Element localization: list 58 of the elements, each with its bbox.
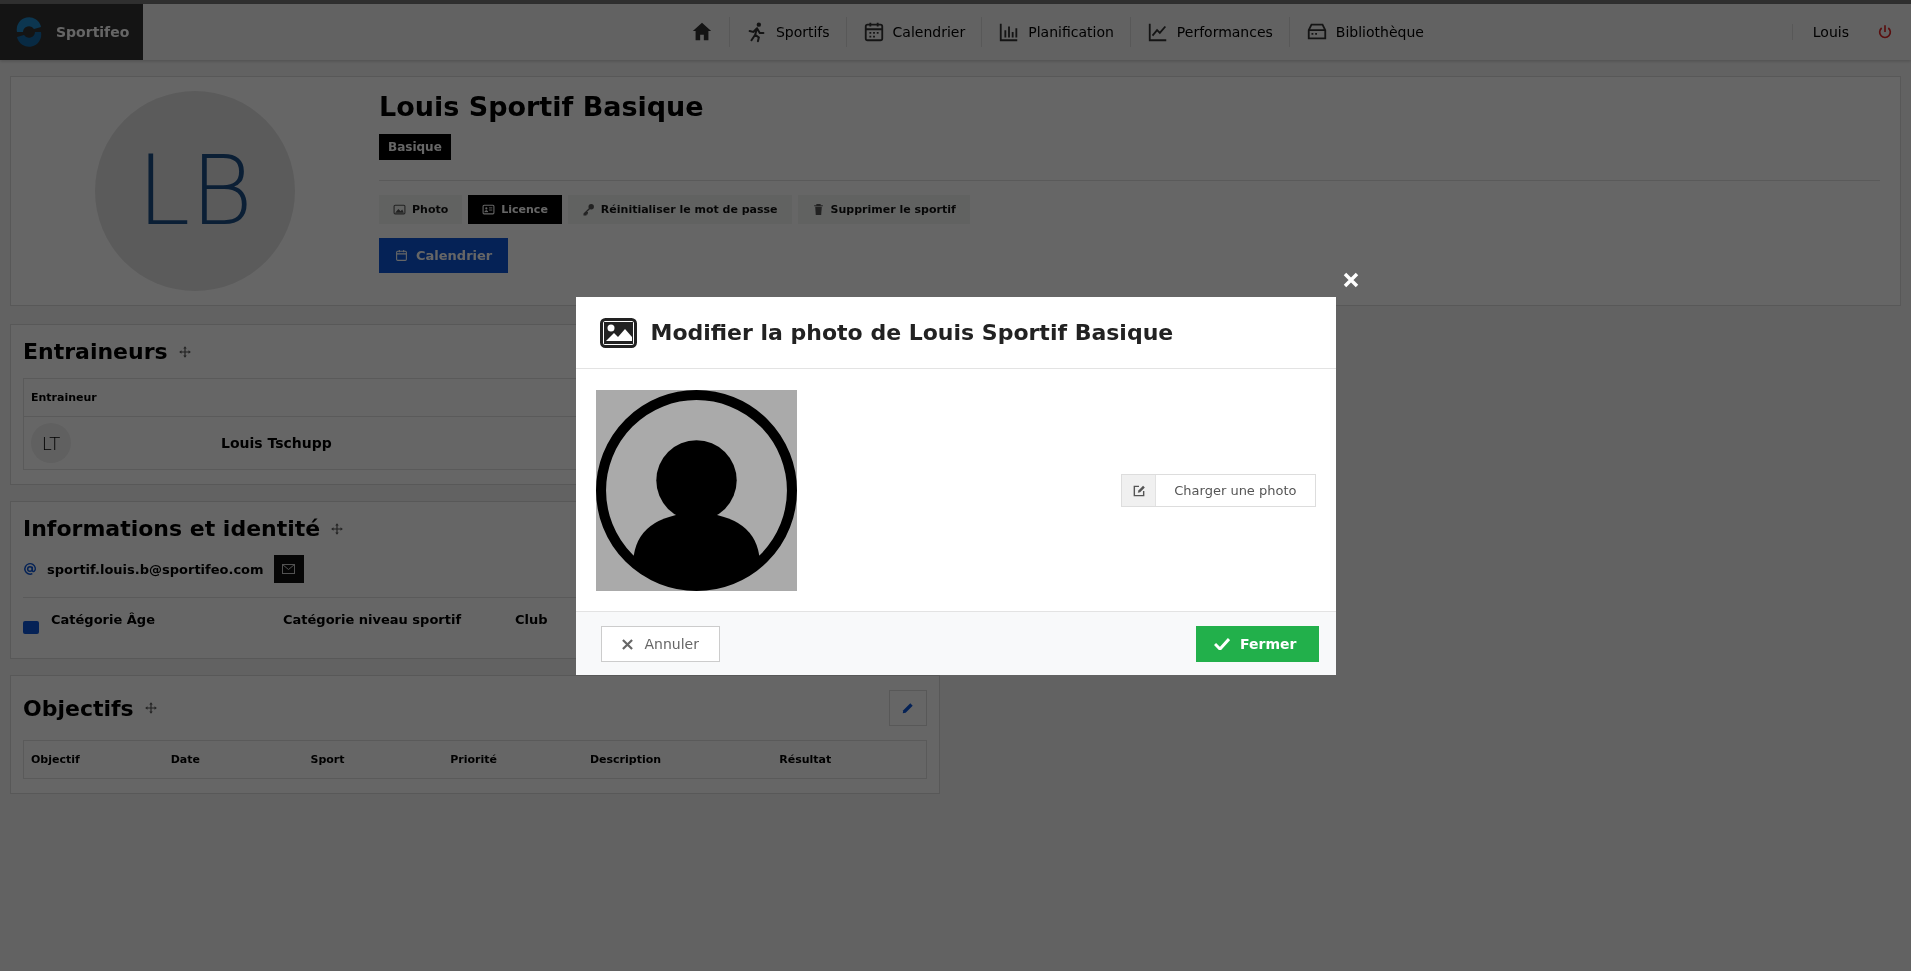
column-header: Date (170, 753, 201, 766)
home-icon (690, 21, 713, 43)
envelope-icon (282, 564, 296, 574)
close-button[interactable]: Fermer (1196, 626, 1319, 662)
athlete-name: Louis Sportif Basique (379, 91, 705, 122)
image-icon (599, 317, 637, 348)
profile-action-button[interactable]: Photo (379, 195, 463, 224)
trash-icon (811, 203, 825, 216)
calendar-icon (862, 21, 885, 43)
coach-name: Louis Tschupp (221, 435, 332, 451)
column-header: Description (589, 753, 663, 766)
move-icon[interactable] (330, 521, 345, 536)
close-icon[interactable] (1341, 271, 1360, 289)
column-header: Objectif (31, 753, 81, 766)
edit-icon (1131, 483, 1146, 498)
column-header: Résultat (779, 753, 833, 766)
level-badge: Basique (379, 134, 451, 160)
brand-name[interactable]: Sportifeo (56, 24, 130, 40)
section-title: Objectifs (23, 695, 134, 721)
key-icon (581, 203, 595, 216)
cancel-button[interactable]: Annuler (600, 626, 720, 662)
send-email-button[interactable] (273, 555, 304, 583)
power-icon[interactable] (1877, 24, 1893, 40)
line-chart-icon (1146, 21, 1169, 43)
field-label: Club (515, 612, 548, 627)
checkmark-icon (1214, 638, 1231, 650)
profile-action-button[interactable]: Supprimer le sportif (797, 195, 970, 224)
image-icon (393, 203, 406, 216)
nav-item[interactable]: Bibliothèque (1289, 17, 1440, 47)
avatar-initials: LB (95, 91, 295, 291)
move-icon[interactable] (177, 344, 192, 359)
nav-item[interactable]: Sportifs (729, 17, 847, 47)
dialog-title: Modifier la photo de Louis Sportif Basique (650, 320, 1174, 345)
wallet-icon (23, 620, 39, 634)
move-icon[interactable] (143, 701, 158, 715)
field-label: Catégorie niveau sportif (283, 612, 463, 627)
user-name[interactable]: Louis (1791, 24, 1869, 40)
at-sign-icon (23, 562, 37, 576)
field-label: Catégorie Âge (51, 612, 156, 627)
profile-action-button[interactable]: Réinitialiser le mot de passe (567, 195, 792, 224)
close-icon (621, 638, 633, 650)
nav-item[interactable]: Performances (1130, 17, 1290, 47)
column-header: Entraineur (31, 391, 97, 404)
id-card-icon (482, 203, 496, 216)
section-title: Informations et identité (23, 516, 321, 541)
calendar-button[interactable]: Calendrier (379, 238, 509, 273)
calendar-icon (395, 249, 408, 262)
pencil-icon (901, 701, 915, 715)
profile-action-button[interactable]: Licence (468, 195, 562, 224)
edit-button[interactable] (889, 690, 927, 726)
upload-photo-button[interactable]: Charger une photo (1121, 474, 1316, 507)
nav-item[interactable]: Planification (982, 17, 1131, 47)
coach-avatar: LT (31, 423, 71, 463)
section-title: Entraineurs (23, 339, 168, 364)
nav-item[interactable]: Calendrier (846, 17, 983, 47)
email-address: sportif.louis.b@sportifeo.com (47, 561, 264, 577)
column-header: Priorité (450, 753, 498, 766)
column-header: Sport (310, 753, 346, 766)
